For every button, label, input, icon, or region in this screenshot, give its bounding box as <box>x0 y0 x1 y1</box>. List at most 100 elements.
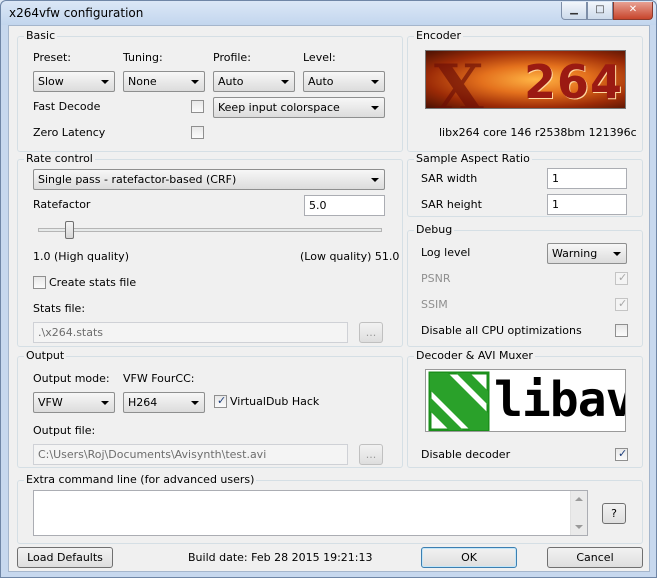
psnr-label: PSNR <box>421 272 451 285</box>
basic-group-label: Basic <box>24 29 58 43</box>
fast-decode-checkbox[interactable] <box>191 100 204 113</box>
ratefactor-max-label: (Low quality) 51.0 <box>300 250 400 263</box>
output-group: Output Output mode: VFW FourCC: VFW H264… <box>17 349 403 468</box>
basic-group: Basic Preset: Tuning: Profile: Level: Sl… <box>17 29 403 152</box>
extra-cmdline-scrollbar[interactable] <box>570 491 587 535</box>
output-mode-select[interactable]: VFW <box>33 392 115 413</box>
output-mode-label: Output mode: <box>33 372 110 385</box>
create-stats-label: Create stats file <box>49 276 137 289</box>
rate-mode-value: Single pass - ratefactor-based (CRF) <box>38 173 237 186</box>
disable-cpu-label: Disable all CPU optimizations <box>421 324 582 337</box>
disable-decoder-label: Disable decoder <box>421 448 511 461</box>
sar-height-label: SAR height <box>421 198 482 211</box>
ratefactor-input[interactable]: 5.0 <box>304 195 385 216</box>
tuning-value: None <box>128 75 157 88</box>
output-group-label: Output <box>24 349 67 363</box>
scroll-down-icon[interactable] <box>575 525 583 529</box>
chevron-down-icon <box>371 106 379 110</box>
encoder-group: Encoder X 264 libx264 core 146 r2538bm 1… <box>407 29 643 152</box>
profile-value: Auto <box>218 75 244 88</box>
extra-cmdline-group-label: Extra command line (for advanced users) <box>24 473 257 487</box>
level-select[interactable]: Auto <box>303 71 385 92</box>
colorspace-select[interactable]: Keep input colorspace <box>213 97 385 118</box>
disable-cpu-checkbox[interactable] <box>615 324 628 337</box>
sar-group-label: Sample Aspect Ratio <box>414 152 532 166</box>
check-icon: ✓ <box>618 447 628 460</box>
extra-cmdline-input[interactable] <box>33 490 588 536</box>
decoder-group: Decoder & AVI Muxer libav Disable decode… <box>407 349 643 468</box>
output-file-input[interactable]: C:\Users\Roj\Documents\Avisynth\test.avi <box>33 444 348 465</box>
create-stats-checkbox[interactable] <box>33 276 46 289</box>
cancel-button[interactable]: Cancel <box>547 547 643 568</box>
x264-logo-x: X <box>434 51 484 109</box>
libav-logo-text: libav <box>494 372 626 428</box>
ratefactor-label: Ratefactor <box>33 198 91 211</box>
psnr-checkbox[interactable]: ✓ <box>615 271 628 285</box>
stats-file-label: Stats file: <box>33 302 86 315</box>
load-defaults-button[interactable]: Load Defaults <box>17 547 113 568</box>
check-icon: ✓ <box>618 297 628 310</box>
zero-latency-checkbox[interactable] <box>191 126 204 139</box>
ssim-checkbox[interactable]: ✓ <box>615 297 628 311</box>
stats-browse-button[interactable]: ... <box>359 322 383 343</box>
libav-logo-icon <box>428 371 490 431</box>
output-browse-button[interactable]: ... <box>359 444 383 465</box>
preset-value: Slow <box>38 75 64 88</box>
build-date: Build date: Feb 28 2015 19:21:13 <box>188 551 373 564</box>
fourcc-value: H264 <box>128 396 158 409</box>
libav-logo: libav <box>425 369 626 432</box>
close-button[interactable]: ✕ <box>613 2 653 20</box>
sar-width-label: SAR width <box>421 172 478 185</box>
help-button[interactable]: ? <box>602 503 626 524</box>
fast-decode-label: Fast Decode <box>33 100 101 113</box>
vdub-hack-checkbox[interactable]: ✓ <box>214 394 227 408</box>
decoder-group-label: Decoder & AVI Muxer <box>414 349 535 363</box>
window-title: x264vfw configuration <box>9 6 144 20</box>
vdub-hack-label: VirtualDub Hack <box>230 395 320 408</box>
chevron-down-icon <box>281 80 289 84</box>
encoder-group-label: Encoder <box>414 29 463 43</box>
fourcc-select[interactable]: H264 <box>123 392 205 413</box>
extra-cmdline-group: Extra command line (for advanced users) … <box>17 473 643 544</box>
zero-latency-label: Zero Latency <box>33 126 106 139</box>
scroll-up-icon[interactable] <box>575 497 583 501</box>
preset-select[interactable]: Slow <box>33 71 115 92</box>
ratefactor-min-label: 1.0 (High quality) <box>33 250 129 263</box>
disable-decoder-checkbox[interactable]: ✓ <box>615 447 628 461</box>
check-icon: ✓ <box>217 394 227 407</box>
rate-control-group-label: Rate control <box>24 152 95 166</box>
chevron-down-icon <box>191 401 199 405</box>
level-value: Auto <box>308 75 334 88</box>
check-icon: ✓ <box>618 271 628 284</box>
ratefactor-slider-track[interactable] <box>38 228 382 232</box>
ssim-label: SSIM <box>421 298 448 311</box>
x264-logo: X 264 <box>425 50 626 109</box>
rate-mode-select[interactable]: Single pass - ratefactor-based (CRF) <box>33 169 385 190</box>
ratefactor-slider-thumb[interactable] <box>64 221 74 239</box>
chevron-down-icon <box>101 401 109 405</box>
minimize-button[interactable]: ▁ <box>561 2 587 20</box>
output-file-label: Output file: <box>33 424 96 437</box>
debug-group-label: Debug <box>414 223 455 237</box>
stats-file-input[interactable]: .\x264.stats <box>33 322 348 343</box>
log-level-label: Log level <box>421 246 471 259</box>
dialog-client: Basic Preset: Tuning: Profile: Level: Sl… <box>8 25 650 572</box>
debug-group: Debug Log level Warning PSNR ✓ SSIM ✓ Di… <box>407 223 643 347</box>
chevron-down-icon <box>191 80 199 84</box>
colorspace-value: Keep input colorspace <box>218 101 340 114</box>
rate-control-group: Rate control Single pass - ratefactor-ba… <box>17 152 403 347</box>
sar-width-input[interactable]: 1 <box>547 168 627 189</box>
tuning-select[interactable]: None <box>123 71 205 92</box>
ok-button[interactable]: OK <box>421 547 517 568</box>
maximize-button[interactable]: □ <box>587 2 613 20</box>
profile-select[interactable]: Auto <box>213 71 295 92</box>
output-mode-value: VFW <box>38 396 63 409</box>
title-bar[interactable]: x264vfw configuration ▁ □ ✕ <box>1 1 656 25</box>
sar-height-input[interactable]: 1 <box>547 194 627 215</box>
log-level-value: Warning <box>552 247 598 260</box>
x264-logo-text: 264 <box>524 55 624 109</box>
sar-group: Sample Aspect Ratio SAR width 1 SAR heig… <box>407 152 643 217</box>
config-window: x264vfw configuration ▁ □ ✕ Basic Preset… <box>0 0 657 578</box>
log-level-select[interactable]: Warning <box>547 243 627 264</box>
tuning-label: Tuning: <box>123 51 163 64</box>
